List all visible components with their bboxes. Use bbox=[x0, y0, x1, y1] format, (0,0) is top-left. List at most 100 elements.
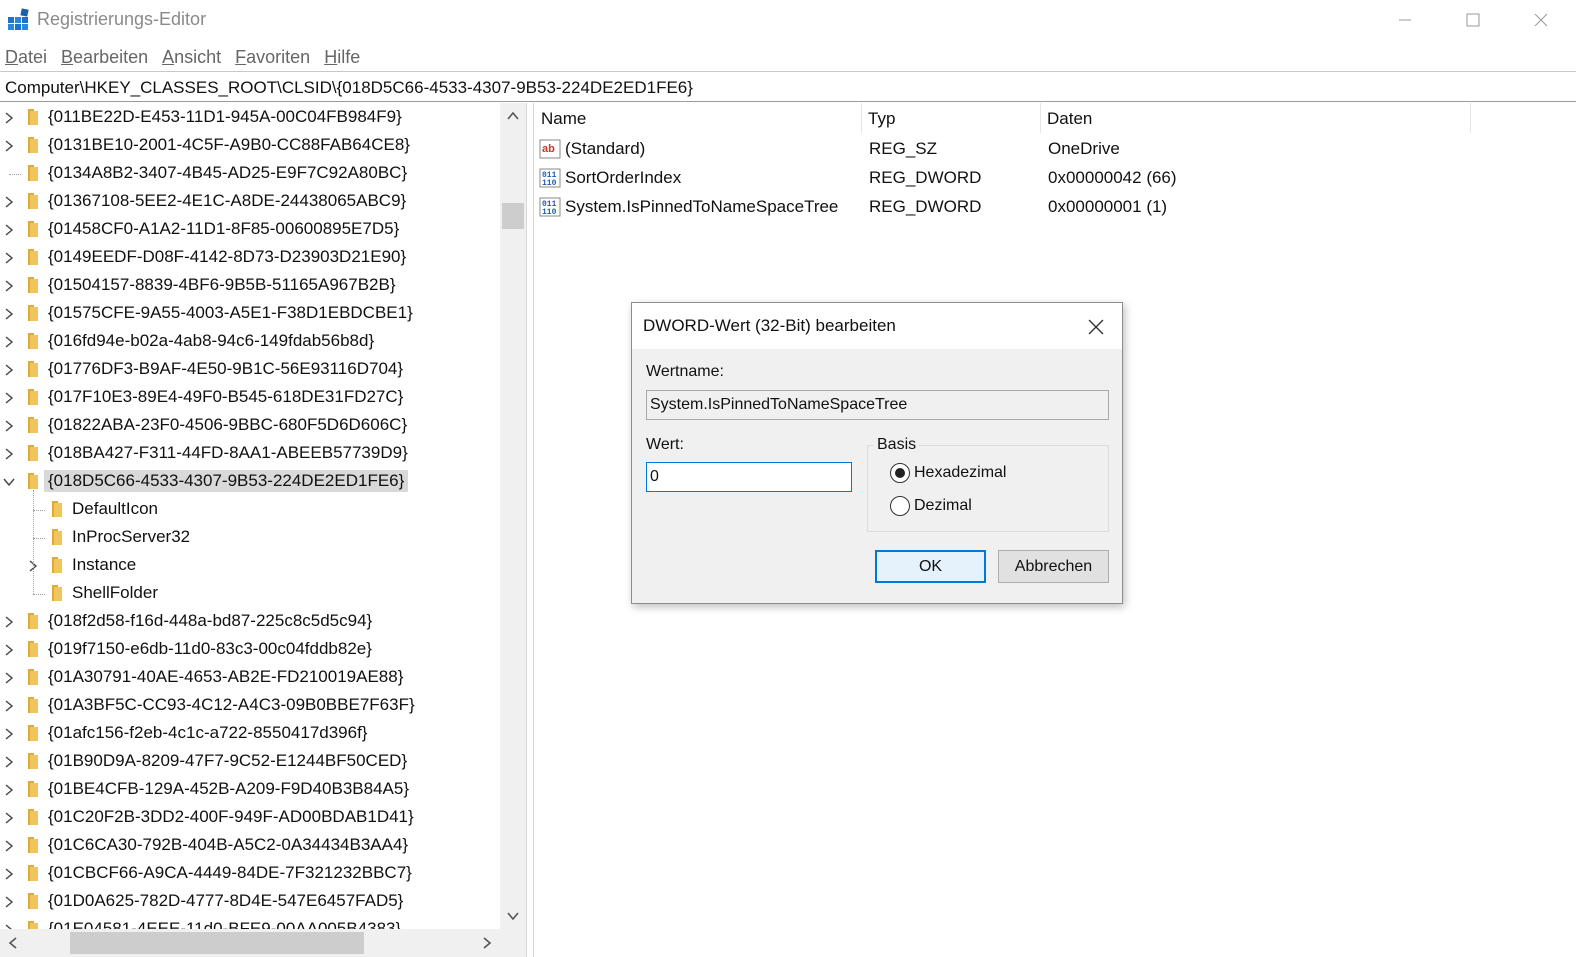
tree-key[interactable]: {01C20F2B-3DD2-400F-949F-AD00BDAB1D41} bbox=[0, 804, 500, 832]
close-window-button[interactable] bbox=[1506, 0, 1576, 40]
value-type: REG_SZ bbox=[869, 139, 938, 158]
tree-key-label: {018D5C66-4533-4307-9B53-224DE2ED1FE6} bbox=[44, 470, 409, 492]
collapsed-chevron-icon[interactable] bbox=[3, 112, 15, 124]
collapsed-chevron-icon[interactable] bbox=[3, 392, 15, 404]
tree-key[interactable]: {0149EEDF-D08F-4142-8D73-D23903D21E90} bbox=[0, 244, 500, 272]
collapsed-chevron-icon[interactable] bbox=[3, 252, 15, 264]
tree-key[interactable]: {01CBCF66-A9CA-4449-84DE-7F321232BBC7} bbox=[0, 860, 500, 888]
collapsed-chevron-icon[interactable] bbox=[3, 616, 15, 628]
value-row[interactable]: 011 110 SortOrderIndex REG_DWORD 0x00000… bbox=[535, 164, 1535, 193]
collapsed-chevron-icon[interactable] bbox=[3, 868, 15, 880]
tree-vertical-scrollbar[interactable] bbox=[500, 103, 526, 929]
dialog-close-button[interactable] bbox=[1084, 315, 1108, 339]
horizontal-scroll-thumb[interactable] bbox=[70, 932, 364, 954]
tree-subkey[interactable]: DefaultIcon bbox=[0, 496, 500, 524]
tree-key-label: {01367108-5EE2-4E1C-A8DE-24438065ABC9} bbox=[48, 191, 407, 210]
value-row[interactable]: ab (Standard) REG_SZ OneDrive bbox=[535, 135, 1535, 164]
tree-key[interactable]: {01C6CA30-792B-404B-A5C2-0A34434B3AA4} bbox=[0, 832, 500, 860]
menu-bearbeiten[interactable]: Bearbeiten bbox=[56, 44, 152, 70]
tree-key[interactable]: {019f7150-e6db-11d0-83c3-00c04fddb82e} bbox=[0, 636, 500, 664]
collapsed-chevron-icon[interactable] bbox=[3, 896, 15, 908]
folder-icon bbox=[28, 921, 38, 929]
tree-key[interactable]: {0134A8B2-3407-4B45-AD25-E9F7C92A80BC} bbox=[0, 160, 500, 188]
folder-icon bbox=[28, 809, 38, 825]
tree-horizontal-scrollbar[interactable] bbox=[0, 929, 500, 957]
tree-key[interactable]: {01458CF0-A1A2-11D1-8F85-00600895E7D5} bbox=[0, 216, 500, 244]
pane-splitter[interactable] bbox=[526, 103, 534, 957]
svg-text:110: 110 bbox=[542, 208, 557, 217]
collapsed-chevron-icon[interactable] bbox=[3, 840, 15, 852]
menu-favoriten[interactable]: Favoriten bbox=[230, 44, 314, 70]
tree-key[interactable]: {01367108-5EE2-4E1C-A8DE-24438065ABC9} bbox=[0, 188, 500, 216]
scroll-down-button[interactable] bbox=[500, 903, 526, 929]
tree-key[interactable]: {01822ABA-23F0-4506-9BBC-680F5D6D606C} bbox=[0, 412, 500, 440]
radio-button[interactable] bbox=[890, 463, 910, 483]
tree-key[interactable]: {01A30791-40AE-4653-AB2E-FD210019AE88} bbox=[0, 664, 500, 692]
radio-selected-dot bbox=[895, 468, 905, 478]
collapsed-chevron-icon[interactable] bbox=[3, 756, 15, 768]
tree-key[interactable]: {018f2d58-f16d-448a-bd87-225c8c5d5c94} bbox=[0, 608, 500, 636]
expanded-chevron-icon[interactable] bbox=[3, 476, 15, 488]
tree-key[interactable]: {0131BE10-2001-4C5F-A9B0-CC88FAB64CE8} bbox=[0, 132, 500, 160]
tree-subkey[interactable]: InProcServer32 bbox=[0, 524, 500, 552]
tree-key[interactable]: {018BA427-F311-44FD-8AA1-ABEEB57739D9} bbox=[0, 440, 500, 468]
scroll-right-button[interactable] bbox=[474, 929, 500, 957]
menu-datei[interactable]: Datei bbox=[0, 44, 51, 70]
column-header-type[interactable]: Typ bbox=[862, 103, 1041, 133]
collapsed-chevron-icon[interactable] bbox=[3, 224, 15, 236]
menu-hilfe[interactable]: Hilfe bbox=[319, 44, 364, 70]
collapsed-chevron-icon[interactable] bbox=[3, 196, 15, 208]
radio-hexadecimal[interactable]: Hexadezimal bbox=[890, 463, 1006, 483]
tree-key[interactable]: {01BE4CFB-129A-452B-A209-F9D40B3B84A5} bbox=[0, 776, 500, 804]
folder-icon bbox=[28, 249, 38, 265]
collapsed-chevron-icon[interactable] bbox=[3, 700, 15, 712]
column-header-data[interactable]: Daten bbox=[1041, 103, 1471, 133]
value-row[interactable]: 011 110 System.IsPinnedToNameSpaceTree R… bbox=[535, 193, 1535, 222]
collapsed-chevron-icon[interactable] bbox=[3, 308, 15, 320]
collapsed-chevron-icon[interactable] bbox=[3, 784, 15, 796]
folder-icon bbox=[28, 277, 38, 293]
vertical-scroll-thumb[interactable] bbox=[502, 203, 524, 229]
collapsed-chevron-icon[interactable] bbox=[3, 420, 15, 432]
tree-key[interactable]: {018D5C66-4533-4307-9B53-224DE2ED1FE6} bbox=[0, 468, 500, 496]
tree-key[interactable]: {01D0A625-782D-4777-8D4E-547E6457FAD5} bbox=[0, 888, 500, 916]
collapsed-chevron-icon[interactable] bbox=[3, 812, 15, 824]
tree-key[interactable]: {01575CFE-9A55-4003-A5E1-F38D1EBDCBE1} bbox=[0, 300, 500, 328]
value-data: 0x00000001 (1) bbox=[1048, 197, 1168, 216]
collapsed-chevron-icon[interactable] bbox=[3, 140, 15, 152]
radio-decimal[interactable]: Dezimal bbox=[890, 496, 972, 516]
minimize-button[interactable] bbox=[1370, 0, 1440, 40]
address-bar[interactable]: Computer\HKEY_CLASSES_ROOT\CLSID\{018D5C… bbox=[0, 74, 1576, 101]
collapsed-chevron-icon[interactable] bbox=[3, 672, 15, 684]
scrollbar-corner bbox=[500, 929, 526, 957]
ok-button[interactable]: OK bbox=[875, 550, 986, 583]
collapsed-chevron-icon[interactable] bbox=[3, 336, 15, 348]
tree-key[interactable]: {016fd94e-b02a-4ab8-94c6-149fdab56b8d} bbox=[0, 328, 500, 356]
tree-key[interactable]: {01A3BF5C-CC93-4C12-A4C3-09B0BBE7F63F} bbox=[0, 692, 500, 720]
tree-key[interactable]: {01afc156-f2eb-4c1c-a722-8550417d396f} bbox=[0, 720, 500, 748]
menu-ansicht[interactable]: Ansicht bbox=[157, 44, 225, 70]
value-name: SortOrderIndex bbox=[565, 168, 682, 187]
column-header-name[interactable]: Name bbox=[535, 103, 862, 133]
tree-key[interactable]: {01504157-8839-4BF6-9B5B-51165A967B2B} bbox=[0, 272, 500, 300]
tree-subkey[interactable]: Instance bbox=[0, 552, 500, 580]
tree-key[interactable]: {01776DF3-B9AF-4E50-9B1C-56E93116D704} bbox=[0, 356, 500, 384]
scroll-up-button[interactable] bbox=[500, 103, 526, 129]
tree-key[interactable]: {01B90D9A-8209-47F7-9C52-E1244BF50CED} bbox=[0, 748, 500, 776]
svg-text:ab: ab bbox=[542, 143, 555, 155]
collapsed-chevron-icon[interactable] bbox=[3, 280, 15, 292]
radio-button[interactable] bbox=[890, 496, 910, 516]
tree-key[interactable]: {01E04581-4EEE-11d0-BFE9-00AA005B4383} bbox=[0, 916, 500, 929]
value-data-field[interactable] bbox=[646, 462, 852, 492]
tree-subkey[interactable]: ShellFolder bbox=[0, 580, 500, 608]
value-name-field[interactable] bbox=[646, 390, 1109, 420]
collapsed-chevron-icon[interactable] bbox=[3, 364, 15, 376]
tree-key[interactable]: {017F10E3-89E4-49F0-B545-618DE31FD27C} bbox=[0, 384, 500, 412]
collapsed-chevron-icon[interactable] bbox=[3, 644, 15, 656]
tree-key[interactable]: {011BE22D-E453-11D1-945A-00C04FB984F9} bbox=[0, 104, 500, 132]
cancel-button[interactable]: Abbrechen bbox=[998, 550, 1109, 583]
collapsed-chevron-icon[interactable] bbox=[3, 728, 15, 740]
maximize-button[interactable] bbox=[1438, 0, 1508, 40]
scroll-left-button[interactable] bbox=[0, 929, 26, 957]
collapsed-chevron-icon[interactable] bbox=[3, 448, 15, 460]
